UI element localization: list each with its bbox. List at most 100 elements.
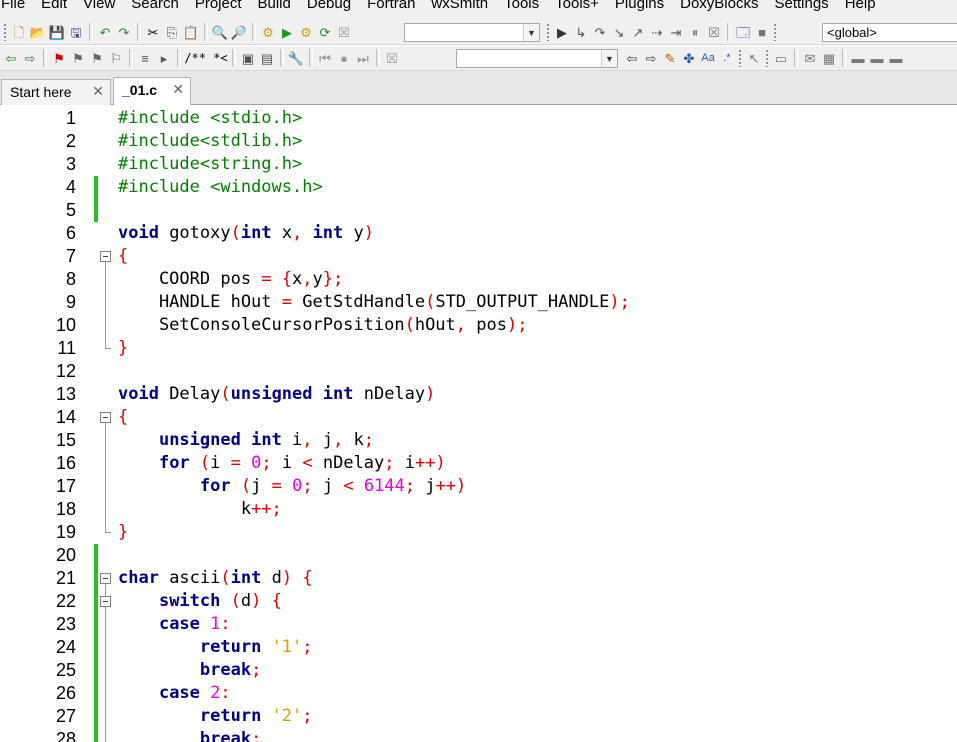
menu-item-wxsmith[interactable]: wxSmith xyxy=(423,0,496,15)
menu-item-tools-[interactable]: Tools+ xyxy=(547,0,607,15)
frame-icon[interactable]: ▭ xyxy=(772,49,790,67)
code-line[interactable]: 2 #include<stdlib.h> xyxy=(0,130,957,153)
code-line[interactable]: 1 #include <stdio.h> xyxy=(0,107,957,130)
menu-item-debug[interactable]: Debug xyxy=(299,0,359,15)
bookmark-next-icon[interactable]: ⚑ xyxy=(88,49,106,67)
toolbar-grip[interactable] xyxy=(773,23,777,41)
menu-item-search[interactable]: Search xyxy=(123,0,187,15)
clear-search-icon[interactable]: ☒ xyxy=(383,49,401,67)
comment-block-button[interactable]: /** *< xyxy=(184,49,228,67)
wrench-icon[interactable]: 🔧 xyxy=(287,49,305,67)
cut-icon[interactable]: ✂ xyxy=(144,23,162,41)
doxy-chm-icon[interactable]: ▤ xyxy=(258,49,276,67)
menu-item-help[interactable]: Help xyxy=(837,0,884,15)
code-line[interactable]: 15 unsigned int i, j, k; xyxy=(0,429,957,452)
find-icon[interactable]: 🔍 xyxy=(211,23,229,41)
code-line[interactable]: 5 xyxy=(0,199,957,222)
toolbar-grip[interactable] xyxy=(3,23,7,41)
doxy-wizard-icon[interactable]: ≡ xyxy=(136,49,154,67)
code-line[interactable]: 19} xyxy=(0,521,957,544)
menu-item-build[interactable]: Build xyxy=(250,0,299,15)
chevron-down-icon[interactable]: ▼ xyxy=(523,24,539,41)
pointer-icon[interactable]: ↖ xyxy=(745,49,763,67)
code-line[interactable]: 14 { xyxy=(0,406,957,429)
code-line[interactable]: 21 char ascii(int d) { xyxy=(0,567,957,590)
find-prev-icon[interactable]: ⇦ xyxy=(623,49,641,67)
fold-toggle-icon[interactable] xyxy=(100,596,111,607)
code-line[interactable]: 22 switch (d) { xyxy=(0,590,957,613)
find-next-icon[interactable]: ⇨ xyxy=(642,49,660,67)
code-line[interactable]: 12 xyxy=(0,360,957,383)
next-line-icon[interactable]: ↷ xyxy=(591,23,609,41)
highlight-icon[interactable]: ✎ xyxy=(661,49,679,67)
menu-item-edit[interactable]: Edit xyxy=(33,0,75,15)
bookmark-prev-icon[interactable]: ⚑ xyxy=(69,49,87,67)
code-line[interactable]: 20 xyxy=(0,544,957,567)
sizer-icon[interactable]: ▬ xyxy=(849,49,867,67)
undo-icon[interactable]: ↶ xyxy=(96,23,114,41)
replace-icon[interactable]: 🔎 xyxy=(230,23,248,41)
menu-item-project[interactable]: Project xyxy=(187,0,250,15)
menu-item-file[interactable]: File xyxy=(0,0,33,15)
menu-item-doxyblocks[interactable]: DoxyBlocks xyxy=(672,0,766,15)
selected-text-icon[interactable]: ✤ xyxy=(680,49,698,67)
code-line[interactable]: 28 break; xyxy=(0,728,957,742)
next-instruction-icon[interactable]: ⇢ xyxy=(648,23,666,41)
fold-toggle-icon[interactable] xyxy=(100,573,111,584)
doxy-html-icon[interactable]: ▣ xyxy=(239,49,257,67)
code-line[interactable]: 8 COORD pos = {x,y}; xyxy=(0,268,957,291)
stop-debug-icon[interactable]: ☒ xyxy=(705,23,723,41)
back-icon[interactable]: ⇦ xyxy=(2,49,20,67)
open-file-icon[interactable]: 📂 xyxy=(29,23,47,41)
code-line[interactable]: 25 break; xyxy=(0,659,957,682)
build-icon[interactable]: ⚙ xyxy=(259,23,277,41)
step-out-icon[interactable]: ↗ xyxy=(629,23,647,41)
fold-toggle-icon[interactable] xyxy=(100,412,111,423)
toolbar-grip[interactable] xyxy=(546,23,550,41)
code-line[interactable]: 6 void gotoxy(int x, int y) xyxy=(0,222,957,245)
abort-icon[interactable]: ☒ xyxy=(335,23,353,41)
code-line[interactable]: 4 #include <windows.h> xyxy=(0,176,957,199)
first-icon[interactable]: ⏮ xyxy=(316,49,334,67)
match-case-icon[interactable]: Aa xyxy=(699,49,717,67)
run-icon[interactable]: ▶ xyxy=(278,23,296,41)
code-line[interactable]: 26 case 2: xyxy=(0,682,957,705)
paste-icon[interactable]: 📋 xyxy=(182,23,200,41)
bookmark-clear-icon[interactable]: ⚐ xyxy=(107,49,125,67)
run-to-cursor-icon[interactable]: ↳ xyxy=(572,23,590,41)
menu-item-plugins[interactable]: Plugins xyxy=(607,0,672,15)
save-icon[interactable]: 💾 xyxy=(48,23,66,41)
code-line[interactable]: 18 k++; xyxy=(0,498,957,521)
panel-icon[interactable]: ▦ xyxy=(820,49,838,67)
code-line[interactable]: 23 case 1: xyxy=(0,613,957,636)
bookmark-toggle-icon[interactable]: ⚑ xyxy=(50,49,68,67)
close-icon[interactable]: ✕ xyxy=(92,83,104,100)
code-editor[interactable]: 1 #include <stdio.h> 2 #include<stdlib.h> 3 #… xyxy=(0,105,957,742)
doxy-extract-icon[interactable]: ▸ xyxy=(155,49,173,67)
dialog-icon[interactable]: ✉ xyxy=(801,49,819,67)
last-icon[interactable]: ⏭ xyxy=(354,49,372,67)
close-icon[interactable]: ✕ xyxy=(172,81,184,98)
sizer-alt-icon[interactable]: ▬ xyxy=(868,49,886,67)
menu-item-tools[interactable]: Tools xyxy=(496,0,547,15)
copy-icon[interactable]: ⎘ xyxy=(163,23,181,41)
build-run-icon[interactable]: ⚙ xyxy=(297,23,315,41)
code-line[interactable]: 11} xyxy=(0,337,957,360)
debug-info-icon[interactable]: ■ xyxy=(753,23,771,41)
tab-01-c[interactable]: _01.c ✕ xyxy=(113,77,191,106)
code-line[interactable]: 27 return '2'; xyxy=(0,705,957,728)
redo-icon[interactable]: ↷ xyxy=(115,23,133,41)
regex-icon[interactable]: .* xyxy=(718,49,736,67)
code-line[interactable]: 10 SetConsoleCursorPosition(hOut, pos); xyxy=(0,314,957,337)
code-line[interactable]: 24 return '1'; xyxy=(0,636,957,659)
menu-item-view[interactable]: View xyxy=(75,0,123,15)
code-line[interactable]: 9 HANDLE hOut = GetStdHandle(STD_OUTPUT_… xyxy=(0,291,957,314)
code-line[interactable]: 13 void Delay(unsigned int nDelay) xyxy=(0,383,957,406)
step-into-icon[interactable]: ↘ xyxy=(610,23,628,41)
build-target-combo[interactable]: ▼ xyxy=(404,23,540,42)
code-line[interactable]: 17 for (j = 0; j < 6144; j++) xyxy=(0,475,957,498)
toolbar-grip[interactable] xyxy=(738,49,742,67)
forward-icon[interactable]: ⇨ xyxy=(21,49,39,67)
code-line[interactable]: 3 #include<string.h> xyxy=(0,153,957,176)
search-combo[interactable]: ▼ xyxy=(456,49,618,68)
